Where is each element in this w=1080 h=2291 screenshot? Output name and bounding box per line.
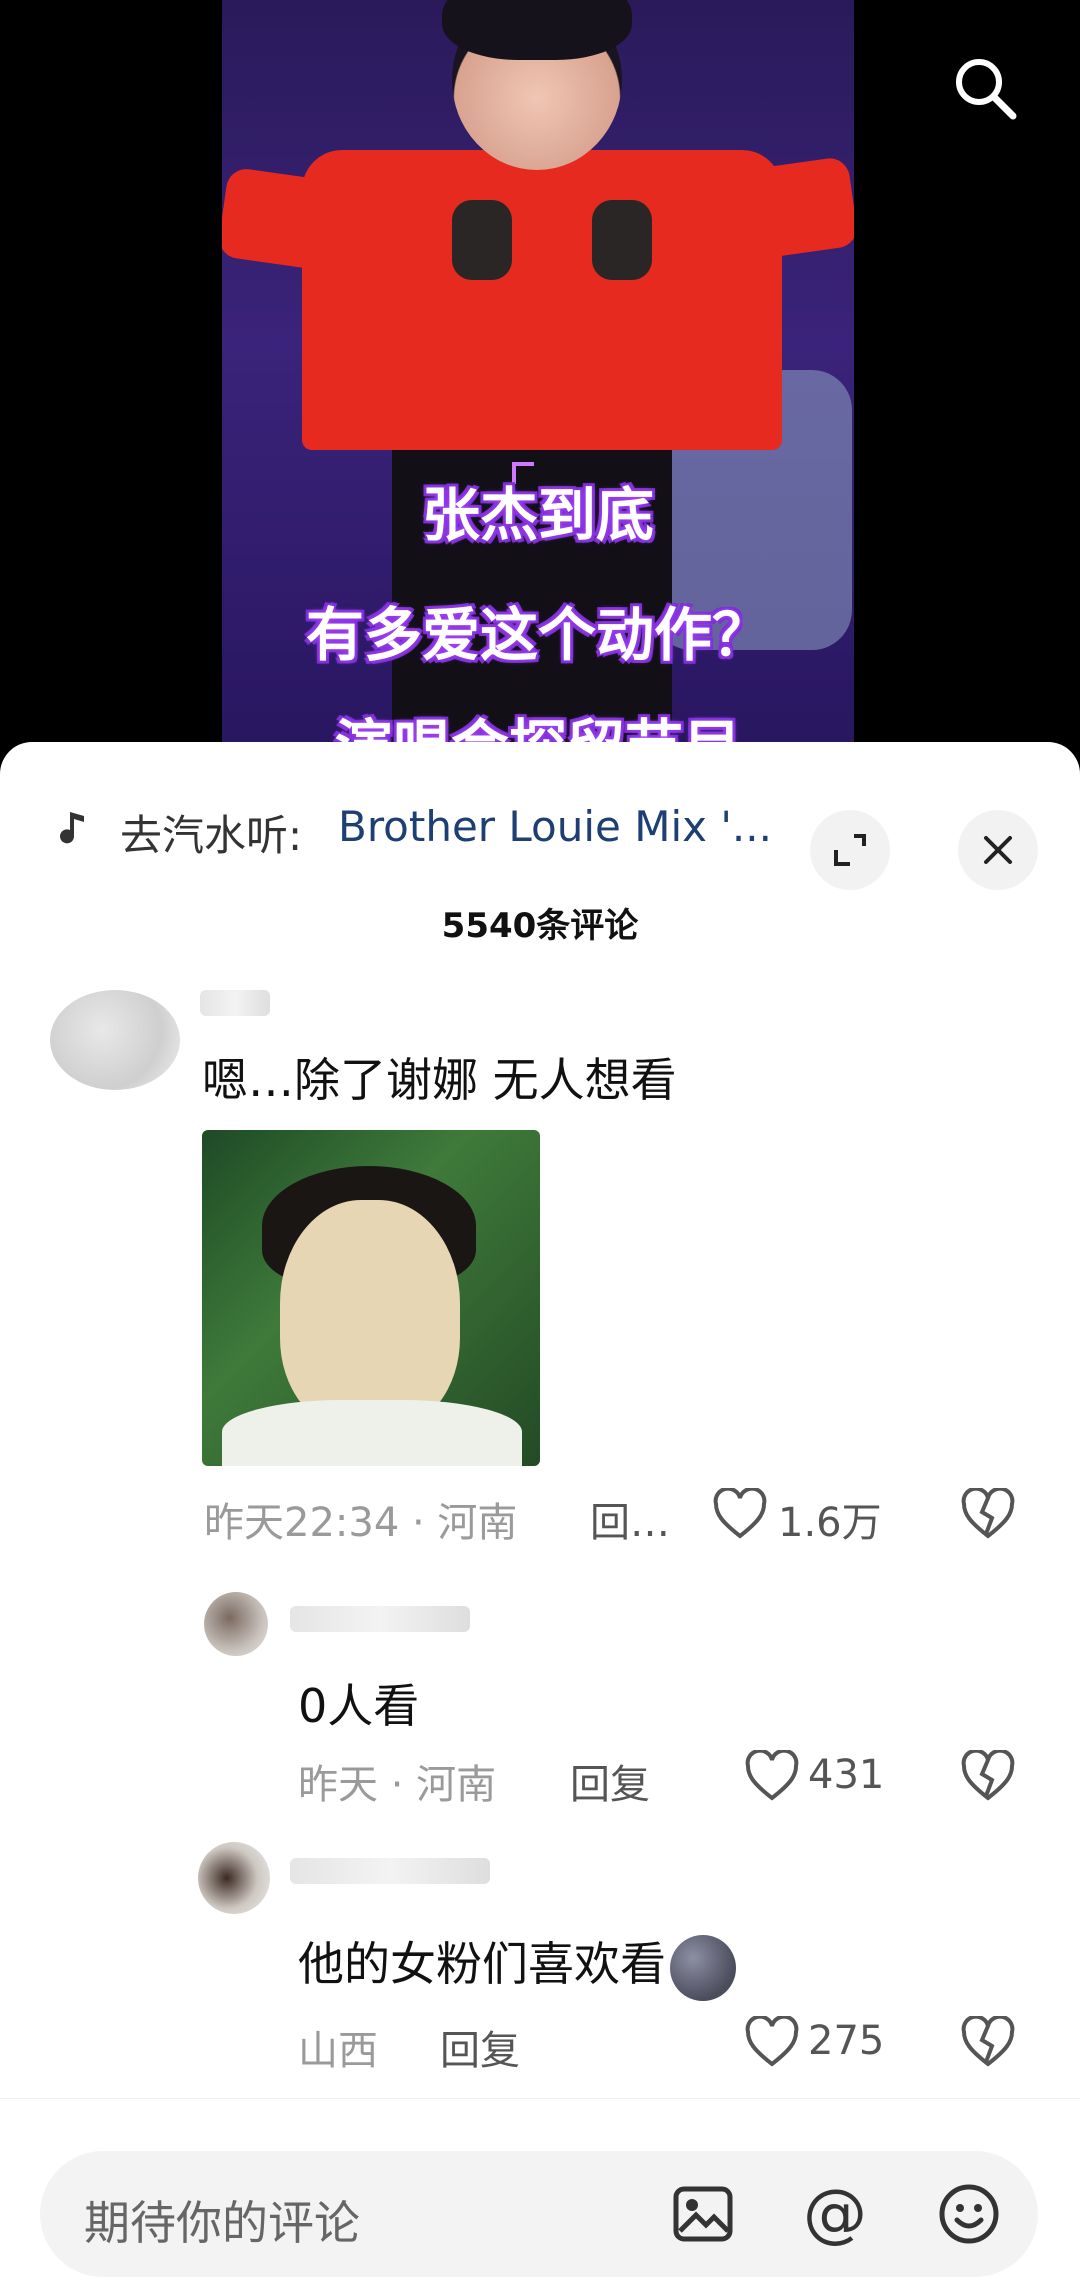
smiley-icon — [939, 2184, 999, 2244]
heart-icon[interactable] — [712, 1488, 768, 1540]
music-prefix: 去汽水听: — [120, 811, 303, 860]
comment-image[interactable] — [202, 1130, 540, 1466]
comment-input[interactable]: 期待你的评论 @ — [40, 2151, 1038, 2277]
comment-sheet: 去汽水听: Brother Louie Mix '... 5540条评论 嗯…除… — [0, 742, 1080, 2291]
reply-text: 他的女粉们喜欢看 — [298, 1928, 736, 2001]
heart-icon[interactable] — [744, 2016, 800, 2068]
music-bar[interactable]: 去汽水听: Brother Louie Mix '... — [0, 780, 1080, 890]
like-count: 431 — [808, 1752, 885, 1798]
kid-shirt — [222, 1400, 522, 1466]
at-icon: @ — [803, 2177, 867, 2251]
reply-button[interactable]: 回… — [590, 1490, 670, 1548]
performer-right-glove — [592, 200, 652, 280]
username-blurred — [200, 990, 270, 1016]
performer-hair — [442, 0, 632, 60]
like-count: 275 — [808, 2018, 885, 2064]
search-icon — [956, 59, 1017, 120]
close-icon — [984, 836, 1012, 864]
image-button[interactable] — [670, 2181, 736, 2247]
like-count: 1.6万 — [778, 1500, 882, 1546]
expand-icon — [834, 834, 866, 866]
performer-shirt — [302, 150, 782, 450]
music-note-icon — [60, 812, 84, 844]
music-title-link[interactable]: Brother Louie Mix '... — [338, 802, 778, 851]
close-button[interactable] — [958, 810, 1038, 890]
reply-text: 0人看 — [298, 1679, 420, 1733]
performer-left-glove — [452, 200, 512, 280]
heart-icon[interactable] — [744, 1750, 800, 1802]
comment-meta: 昨天22:34 · 河南 — [204, 1500, 518, 1546]
avatar[interactable] — [198, 1842, 270, 1914]
image-icon — [673, 2186, 733, 2242]
username-blurred — [290, 1858, 490, 1884]
username-blurred — [290, 1606, 470, 1632]
video-caption-line-1: 张杰到底 — [421, 481, 654, 549]
comment-input-bar: 期待你的评论 @ — [0, 2098, 1080, 2291]
emoji-button[interactable] — [936, 2181, 1002, 2247]
comment-count: 5540条评论 — [441, 906, 639, 946]
video-caption-line-2: 有多爱这个动作？ — [305, 601, 770, 669]
kid-face — [280, 1200, 460, 1430]
broken-heart-icon[interactable] — [960, 1750, 1016, 1802]
comment-input-placeholder: 期待你的评论 — [84, 2196, 360, 2250]
mention-button[interactable]: @ — [802, 2181, 868, 2247]
video-frame: 张杰到底 有多爱这个动作？ 演唱会探留节目 — [222, 0, 854, 760]
search-button[interactable] — [945, 48, 1025, 128]
broken-heart-icon[interactable] — [960, 1488, 1016, 1540]
reply-text-content: 他的女粉们喜欢看 — [298, 1937, 666, 1991]
reply-button[interactable]: 回复 — [440, 2018, 520, 2076]
comment-text: 嗯…除了谢娜 无人想看 — [202, 1053, 677, 1107]
video-player[interactable]: 张杰到底 有多爱这个动作？ 演唱会探留节目 — [0, 0, 1080, 760]
reply-meta: 山西 — [298, 2028, 378, 2074]
reply-meta: 昨天 · 河南 — [298, 1762, 497, 1808]
reply-button[interactable]: 回复 — [570, 1752, 650, 1810]
expand-button[interactable] — [810, 810, 890, 890]
moon-face-emoji-icon — [670, 1934, 736, 2001]
avatar[interactable] — [204, 1592, 268, 1656]
broken-heart-icon[interactable] — [960, 2016, 1016, 2068]
avatar[interactable] — [50, 990, 180, 1090]
